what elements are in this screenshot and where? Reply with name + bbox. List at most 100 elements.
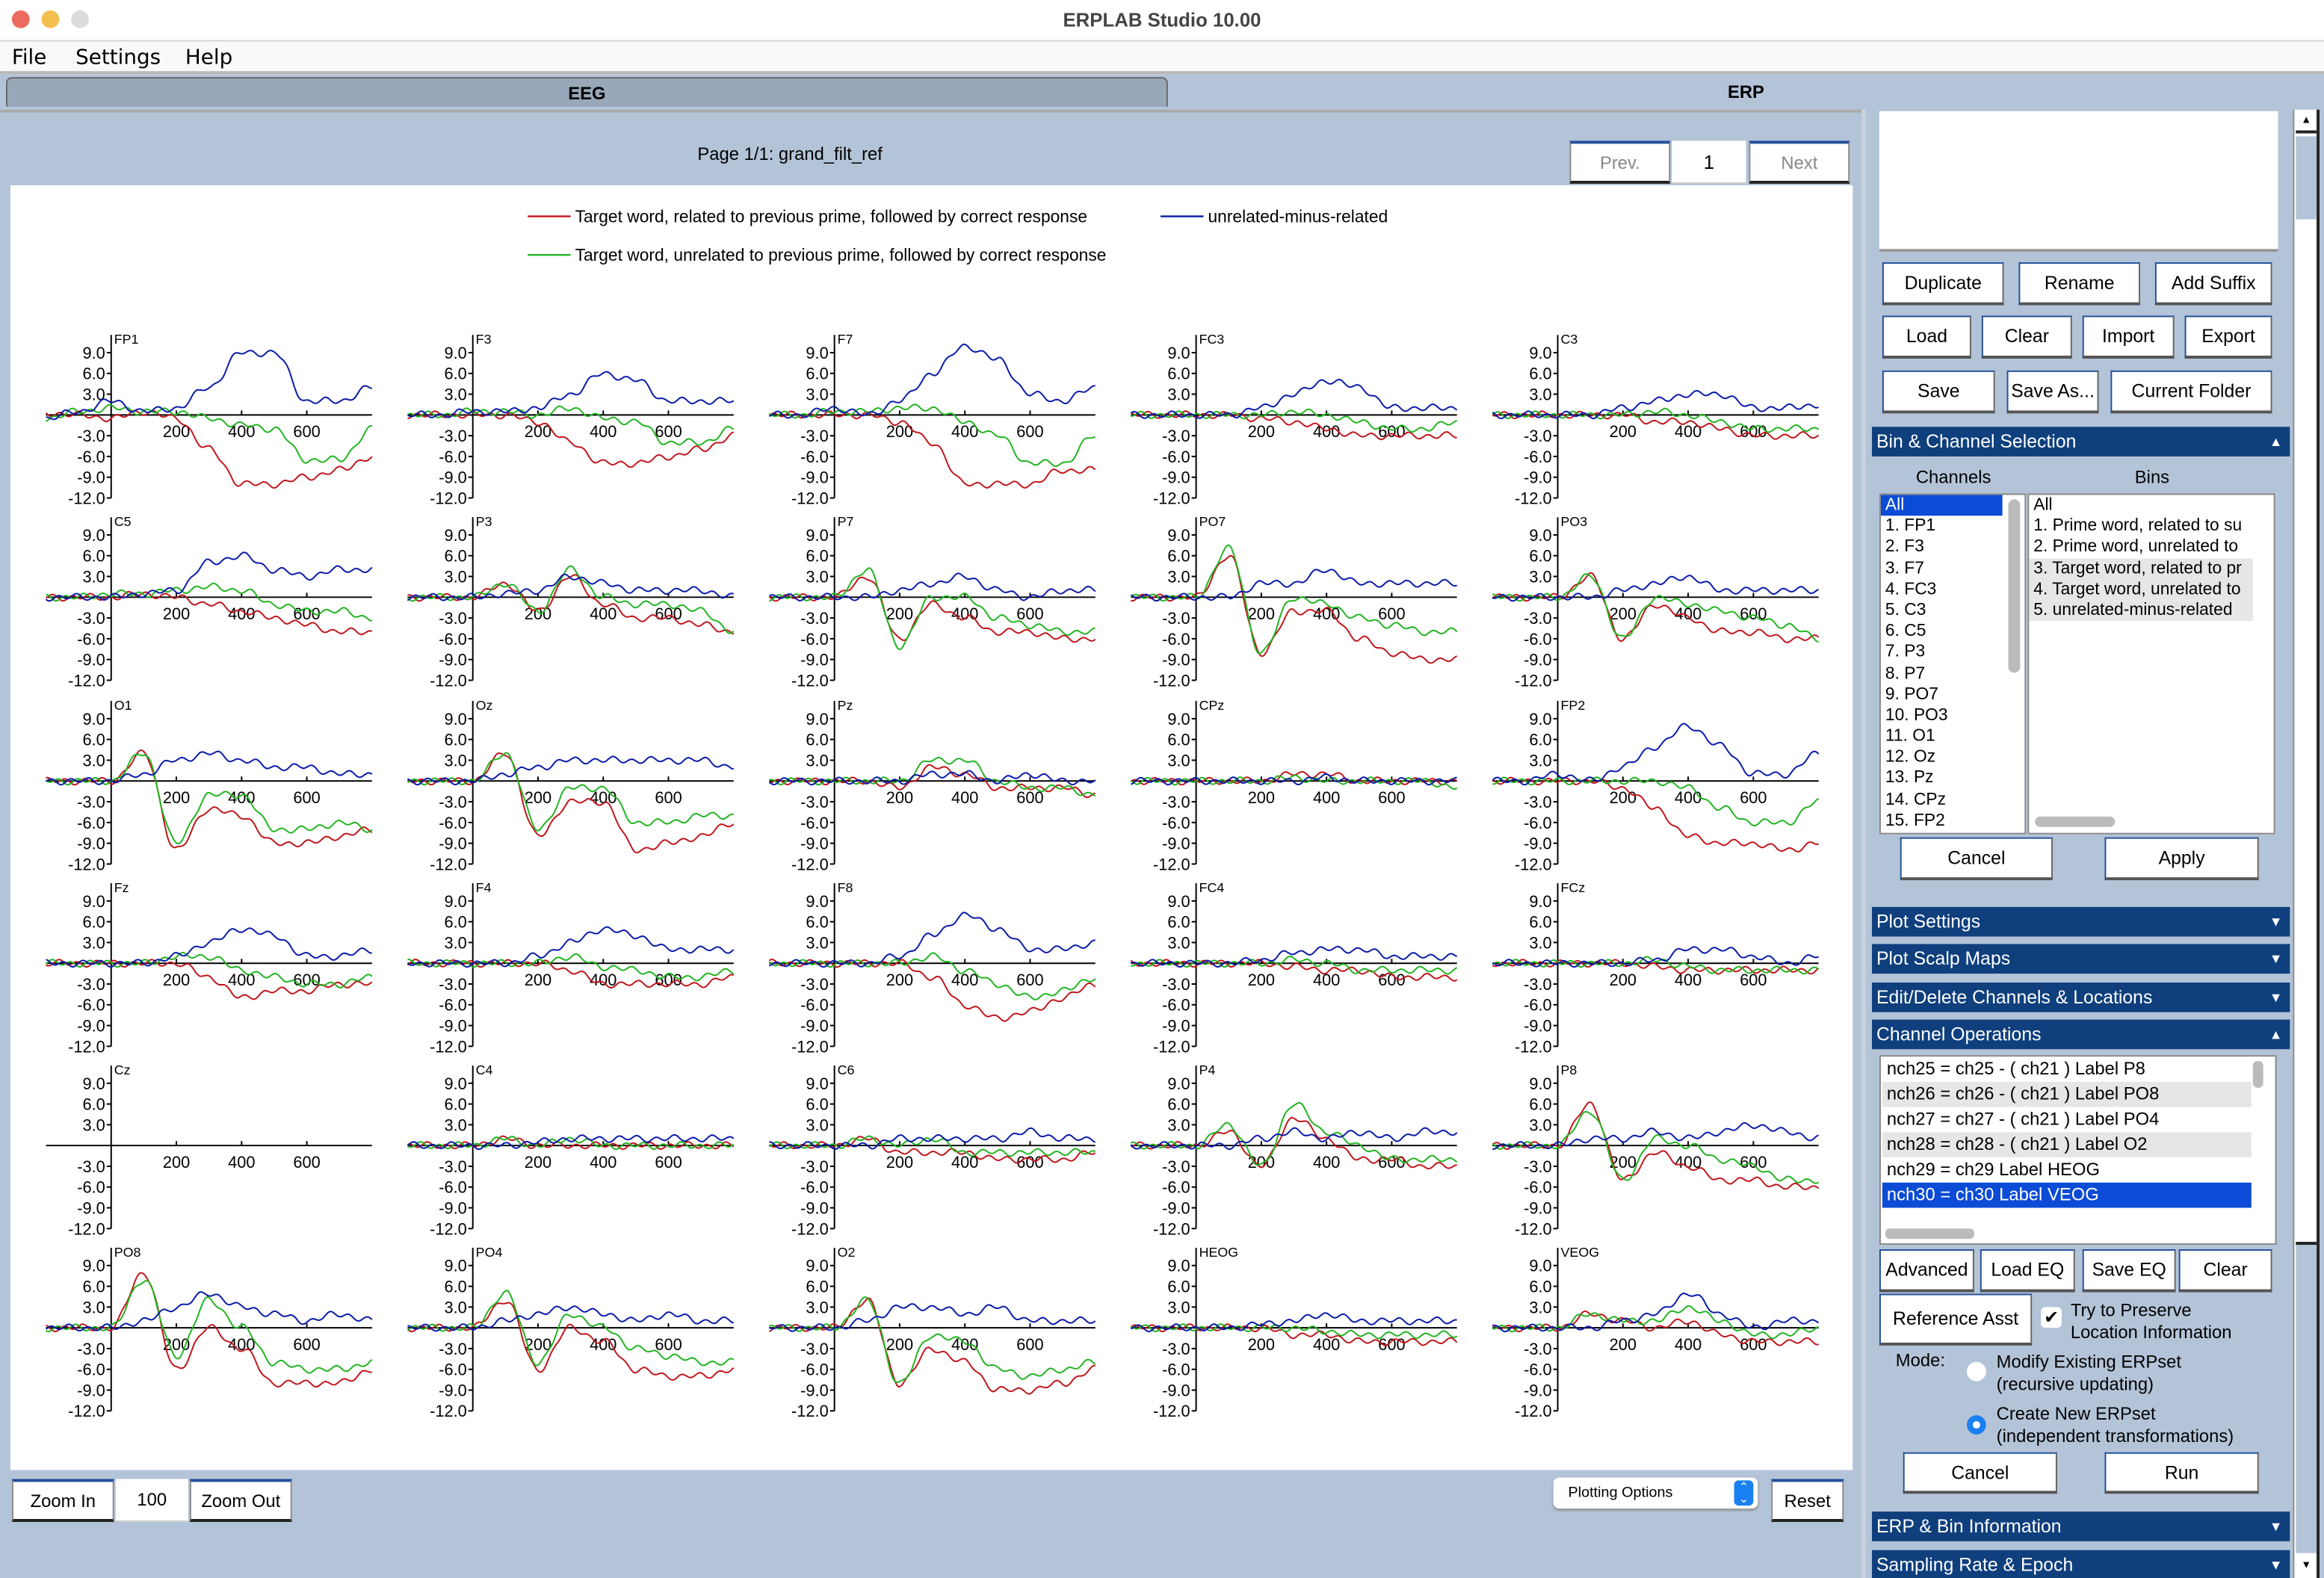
equation-item[interactable]: nch25 = ch25 - ( ch21 ) Label P8 (1882, 1056, 2252, 1082)
equation-list[interactable]: nch25 = ch25 - ( ch21 ) Label P8 nch26 = … (1879, 1055, 2277, 1246)
clear-button[interactable]: Clear (1981, 315, 2072, 359)
panel-header-collapsed[interactable]: Plot Settings ▼ (1872, 906, 2290, 937)
channel-plot-c3: 9.06.03.0-3.0-6.0-9.0-12.0200 400 600C3 (1492, 332, 1820, 507)
bin-list-item[interactable]: 3. Target word, related to pr (2029, 557, 2253, 580)
channel-label: VEOG (1561, 1245, 1600, 1260)
mode-modify-radio[interactable] (1966, 1361, 1986, 1381)
channel-list-item[interactable]: 8. P7 (1881, 663, 2003, 684)
x-tick-label: 600 (293, 422, 320, 441)
channel-list-item[interactable]: 14. CPz (1881, 789, 2003, 810)
x-tick-label: 200 (1248, 604, 1275, 623)
channel-ops-run-button[interactable]: Run (2104, 1452, 2259, 1494)
scrollbar-thumb[interactable] (2296, 136, 2317, 220)
channel-list-item[interactable]: 1. FP1 (1881, 516, 2003, 537)
bin-list-item[interactable]: 5. unrelated-minus-related (2029, 600, 2253, 622)
import-button[interactable]: Import (2082, 315, 2175, 359)
channel-list-item[interactable]: 6. C5 (1881, 621, 2003, 642)
bin-list-scrollbar[interactable] (2035, 816, 2116, 827)
duplicate-button[interactable]: Duplicate (1882, 262, 2004, 306)
zoom-in-button[interactable]: Zoom In (11, 1479, 114, 1522)
channel-plot-fp1: 9.06.03.0-3.0-6.0-9.0-12.0200 400 600FP1 (45, 332, 373, 507)
y-tick-label: -9.0 (77, 1198, 105, 1217)
equation-list-hscrollbar[interactable] (1885, 1228, 1974, 1240)
panel-header-collapsed[interactable]: Edit/Delete Channels & Locations ▼ (1872, 983, 2290, 1012)
channel-list-item[interactable]: 5. C3 (1881, 600, 2003, 621)
channel-list-item[interactable]: 7. P3 (1881, 642, 2003, 663)
equation-item[interactable]: nch28 = ch28 - ( ch21 ) Label O2 (1882, 1132, 2252, 1158)
channel-list-item[interactable]: 4. FC3 (1881, 579, 2003, 600)
erpset-list[interactable] (1879, 111, 2278, 253)
y-tick-label: 3.0 (1529, 567, 1551, 586)
channel-plot-p4: 9.06.03.0-3.0-6.0-9.0-12.0200 400 600P4 (1130, 1062, 1458, 1238)
zoom-out-button[interactable]: Zoom Out (189, 1479, 292, 1522)
y-tick-label: -9.0 (1162, 835, 1190, 853)
equation-item[interactable]: nch29 = ch29 Label HEOG (1882, 1157, 2252, 1183)
channel-operations-header[interactable]: Channel Operations ▲ (1872, 1019, 2290, 1050)
channel-label: HEOG (1199, 1245, 1239, 1260)
rename-button[interactable]: Rename (2018, 262, 2141, 306)
y-tick-label: -3.0 (1524, 975, 1552, 994)
equation-item[interactable]: nch26 = ch26 - ( ch21 ) Label PO8 (1882, 1081, 2252, 1107)
right-panel-scrollbar[interactable]: ▲ ▼ (2293, 109, 2320, 1578)
channel-label: F8 (838, 880, 853, 895)
channel-list-item[interactable]: 12. Oz (1881, 747, 2003, 768)
plotting-options-select[interactable]: Plotting Options ⌃ ⌄ (1553, 1477, 1758, 1509)
y-tick-label: 6.0 (1529, 365, 1551, 383)
equation-item[interactable]: nch27 = ch27 - ( ch21 ) Label PO4 (1882, 1107, 2252, 1133)
export-button[interactable]: Export (2184, 315, 2272, 359)
x-tick-label: 600 (1740, 422, 1767, 441)
channel-list-item[interactable]: 13. Pz (1881, 768, 2003, 789)
add-suffix-button[interactable]: Add Suffix (2154, 262, 2272, 306)
channel-ops-cancel-button[interactable]: Cancel (1903, 1452, 2057, 1494)
y-tick-label: -12.0 (791, 1037, 829, 1056)
load-eq-button[interactable]: Load EQ (1980, 1249, 2075, 1293)
reference-asst-button[interactable]: Reference Asst (1879, 1293, 2033, 1346)
bin-list-item[interactable]: 1. Prime word, related to su (2029, 516, 2252, 537)
x-tick-label: 200 (163, 604, 190, 623)
bin-list-item[interactable]: 2. Prime word, unrelated to (2029, 537, 2252, 558)
channel-list-item[interactable]: 2. F3 (1881, 537, 2003, 558)
channel-list-item[interactable]: All (1880, 495, 2003, 516)
zoom-value-input[interactable] (115, 1479, 188, 1522)
equation-item[interactable]: nch30 = ch30 Label VEOG (1882, 1182, 2252, 1208)
save-as-button[interactable]: Save As... (2006, 370, 2099, 414)
equation-list-scrollbar[interactable] (2252, 1061, 2263, 1088)
current-folder-button[interactable]: Current Folder (2110, 370, 2272, 414)
panel-header-collapsed[interactable]: Plot Scalp Maps ▼ (1872, 944, 2290, 974)
channel-list-item[interactable]: 15. FP2 (1881, 811, 2003, 832)
reset-button[interactable]: Reset (1771, 1479, 1844, 1522)
bin-list-item[interactable]: 4. Target word, unrelated to (2029, 579, 2253, 601)
channel-list-item[interactable]: 3. F7 (1881, 558, 2003, 579)
scroll-up-icon[interactable]: ▲ (2296, 110, 2317, 134)
advanced-button[interactable]: Advanced (1879, 1249, 1974, 1293)
mode-create-radio[interactable] (1966, 1415, 1986, 1435)
channel-list[interactable]: All 1. FP1 2. F3 3. F7 4. FC3 5. C3 6. C5 7. P3… (1879, 493, 2027, 835)
bin-channel-apply-button[interactable]: Apply (2104, 837, 2259, 881)
y-tick-label: -3.0 (800, 427, 829, 445)
y-tick-label: -12.0 (430, 1402, 467, 1420)
bin-channel-cancel-button[interactable]: Cancel (1900, 837, 2053, 881)
scroll-down-icon[interactable]: ▼ (2296, 1555, 2317, 1578)
y-tick-label: 6.0 (1529, 1095, 1551, 1114)
y-tick-label: -9.0 (439, 651, 467, 669)
load-button[interactable]: Load (1882, 315, 1971, 359)
channel-label: F3 (476, 332, 492, 347)
y-tick-label: -12.0 (430, 1219, 467, 1238)
panel-header-collapsed[interactable]: Sampling Rate & Epoch ▼ (1872, 1550, 2290, 1578)
save-button[interactable]: Save (1882, 370, 1995, 414)
bin-channel-selection-header[interactable]: Bin & Channel Selection ▲ (1872, 427, 2290, 457)
bin-list-item[interactable]: All (2029, 495, 2252, 516)
bin-list[interactable]: All 1. Prime word, related to su 2. Prime … (2027, 493, 2275, 835)
channel-list-item[interactable]: 9. PO7 (1881, 684, 2003, 705)
channel-list-item[interactable]: 10. PO3 (1881, 705, 2003, 726)
y-tick-label: -3.0 (1524, 1340, 1552, 1358)
channel-list-scrollbar[interactable] (2008, 499, 2021, 673)
save-eq-button[interactable]: Save EQ (2082, 1249, 2176, 1293)
y-tick-label: -6.0 (1162, 630, 1190, 649)
preserve-location-checkbox[interactable]: ✔ (2041, 1307, 2062, 1328)
panel-header-collapsed[interactable]: ERP & Bin Information ▼ (1872, 1512, 2290, 1541)
channel-list-item[interactable]: 11. O1 (1881, 726, 2003, 747)
y-tick-label: -3.0 (77, 975, 105, 994)
x-tick-label: 600 (655, 788, 682, 807)
clear-eq-button[interactable]: Clear (2178, 1249, 2272, 1293)
